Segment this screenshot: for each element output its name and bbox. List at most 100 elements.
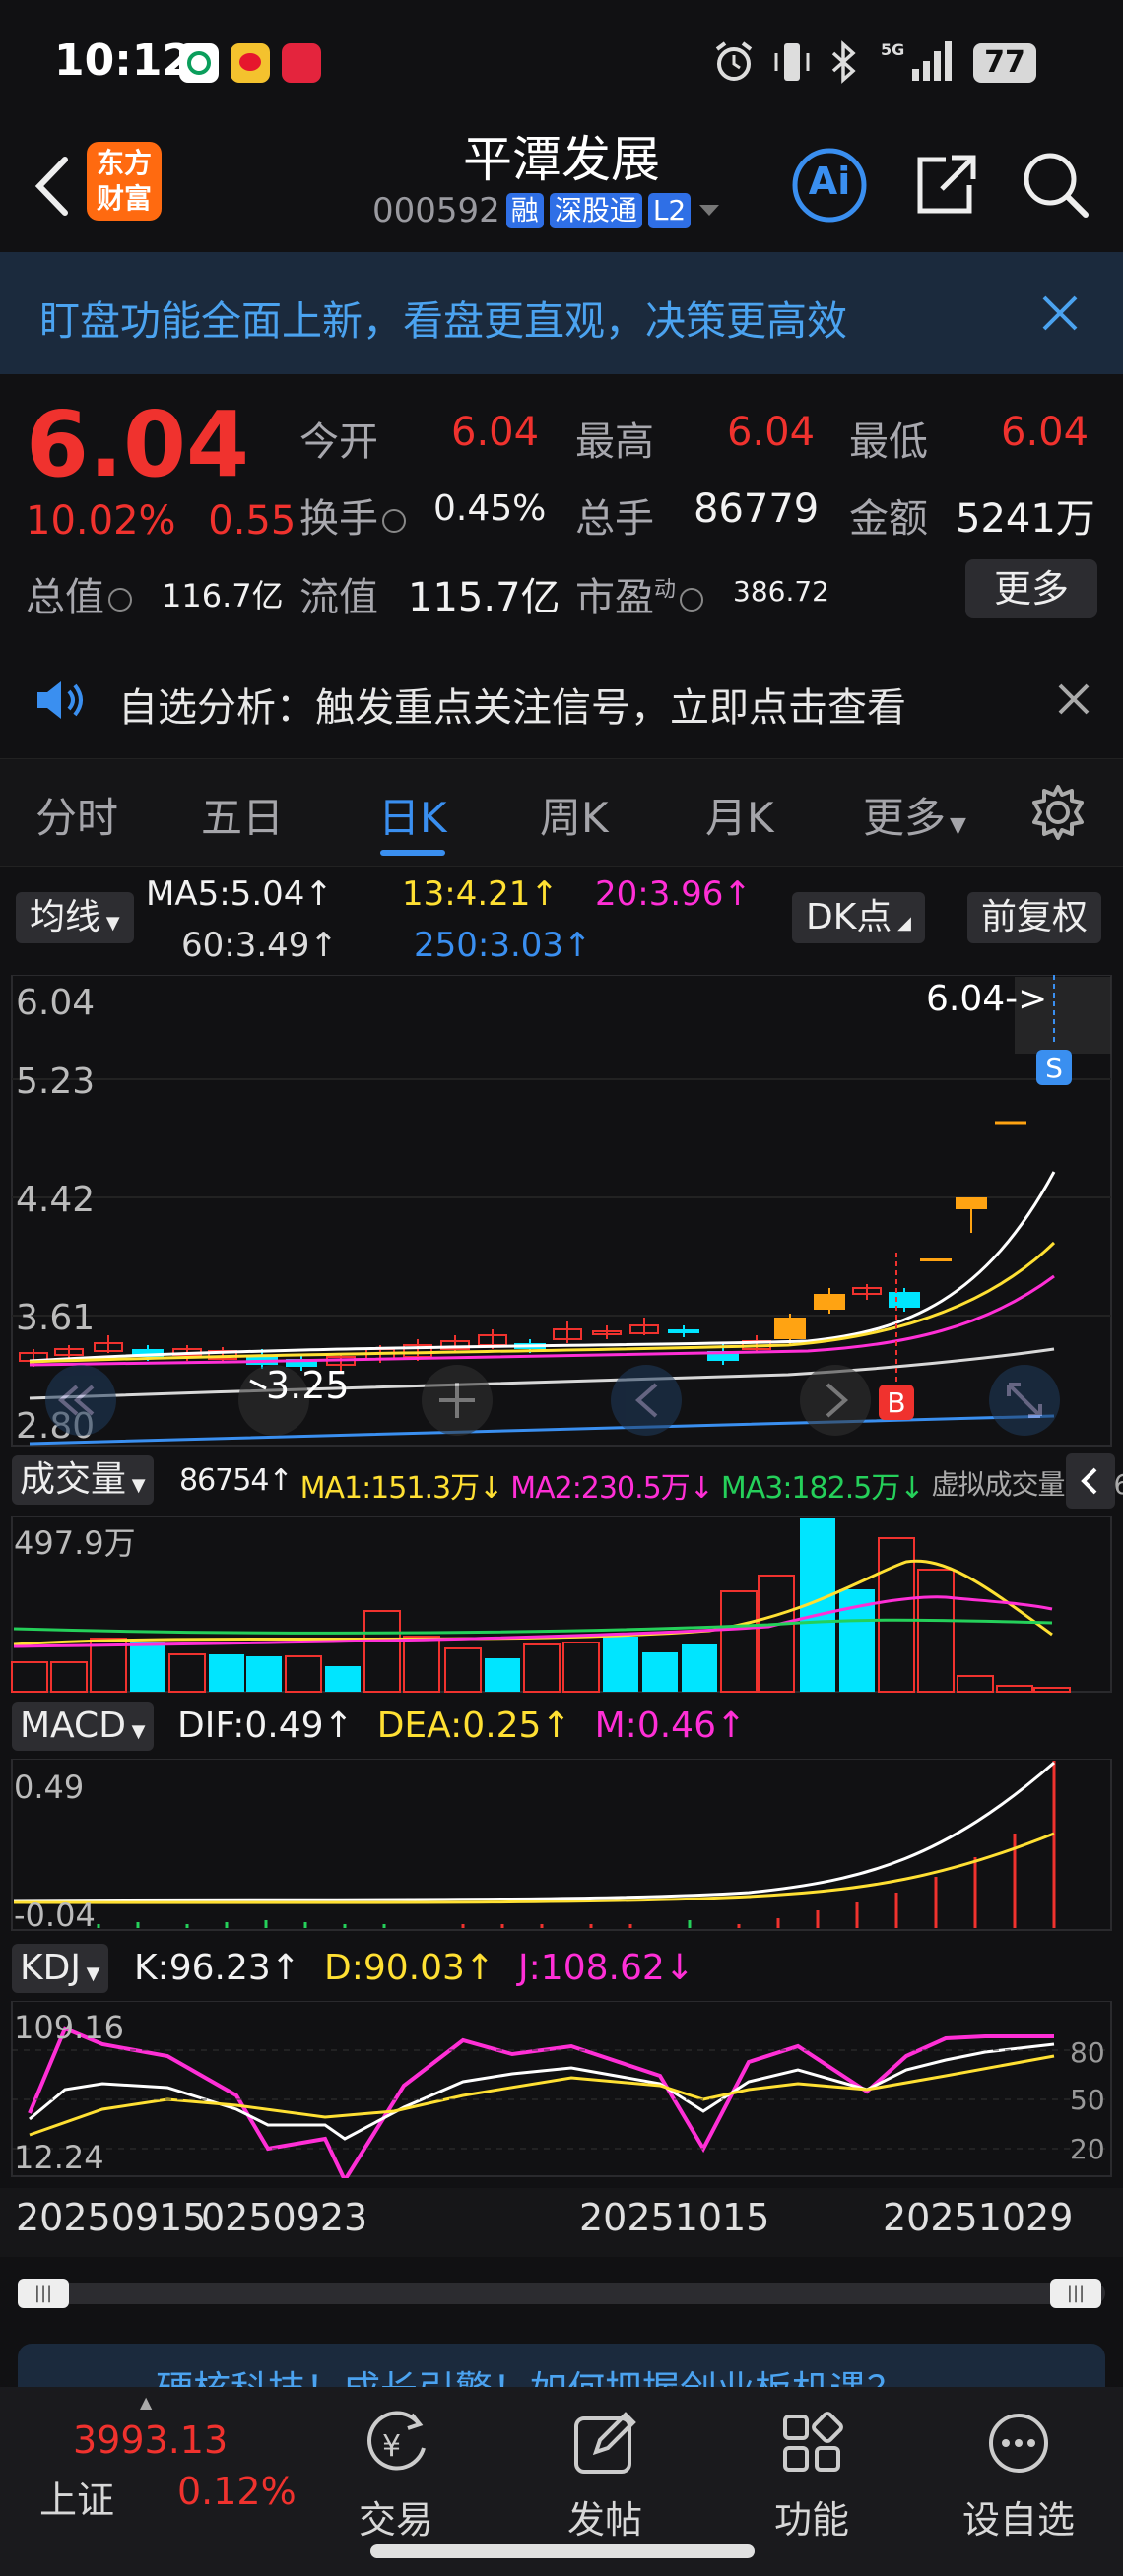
volume-bar [523,1643,561,1693]
tab-weekly-k[interactable]: 周K [540,785,609,845]
ma250-line [29,1414,1055,1446]
date-axis: 20250915 0250923 20251015 20251029 [0,2188,1123,2257]
ma5-value: MA5:5.04↑ [146,874,333,914]
info-icon[interactable] [108,588,132,612]
volume-bar [996,1685,1033,1693]
candle-body [956,1197,987,1209]
open-value: 6.04 [451,410,540,455]
amount-value: 5241万 [956,496,1095,542]
prev-button[interactable] [611,1365,682,1436]
share-icon[interactable] [906,146,985,225]
nav-trade[interactable]: ¥ 交易 [317,2409,475,2544]
ma13-value: 13:4.21↑ [402,874,559,914]
kdj-d-line [29,2054,1055,2137]
grid-icon [783,2412,843,2472]
stock-code-row[interactable]: 000592 融 深股通 L2 [372,191,722,230]
volume-ma3-line [13,1618,1053,1635]
home-indicator[interactable] [370,2544,755,2558]
nav-functions[interactable]: 功能 [733,2409,891,2544]
kdj-axis-top: 109.16 [14,2009,124,2046]
tab-intraday[interactable]: 分时 [35,785,118,845]
volume-label: 总手 [575,496,654,542]
caret-down-icon: ◢ [892,913,911,934]
tab-more[interactable]: 更多 ▼ [863,785,966,845]
signal-5g-icon: 5G [881,40,952,81]
macd-selector[interactable]: MACD ▼ [12,1702,154,1751]
app-notification-icon [179,43,219,83]
buy-marker-label: B [887,1386,905,1419]
close-icon[interactable] [1038,291,1082,335]
rewind-button[interactable] [45,1365,116,1436]
close-icon[interactable] [1056,681,1091,717]
status-time: 10:12 [54,35,193,86]
kdj-selector[interactable]: KDJ ▼ [12,1944,108,1993]
info-icon[interactable] [382,509,406,533]
macd-chart: 0.49 -0.04 [11,1759,1112,1932]
alarm-icon [715,41,753,81]
battery-indicator: 77 [973,43,1036,83]
ai-label: Ai [808,160,851,203]
edit-icon [574,2412,636,2474]
range-handle-left[interactable]: ||| [18,2279,69,2308]
gear-icon[interactable] [1026,781,1090,844]
volume-bar [603,1637,638,1692]
price-axis-label: 5.23 [16,1062,95,1102]
volume-bar [444,1647,482,1693]
nav-trade-label: 交易 [358,2498,433,2542]
feature-banner[interactable]: 盯盘功能全面上新，看盘更直观，决策更高效 [0,252,1123,374]
nav-add-watchlist[interactable]: 设自选 [940,2409,1097,2544]
kdj-selector-label: KDJ [20,1948,81,1988]
info-icon[interactable] [680,588,704,612]
volume-bar [130,1642,165,1692]
macd-axis-bottom: -0.04 [14,1897,96,1932]
weibo-icon [231,43,270,83]
bluetooth-icon [831,40,856,84]
range-slider-track[interactable] [18,2283,1105,2304]
date-label: 20251015 [579,2196,770,2239]
stock-code: 000592 [372,191,500,230]
nav-post[interactable]: 发帖 [526,2409,684,2544]
more-button[interactable]: 更多 [965,559,1097,618]
next-button[interactable] [800,1365,871,1436]
volume-selector[interactable]: 成交量 ▼ [12,1455,154,1505]
pe-value: 386.72 [733,575,829,608]
volume-bar [209,1654,244,1692]
volume-bar [642,1652,678,1692]
tab-more-label: 更多 [863,794,947,842]
collapse-button[interactable] [1066,1453,1115,1509]
tab-daily-k[interactable]: 日K [378,785,447,845]
open-label: 今开 [299,419,378,465]
volume-bar [758,1575,795,1693]
ma250-value: 250:3.03↑ [414,926,592,965]
ma-selector[interactable]: 均线 ▼ [16,892,134,943]
caret-down-icon: ▼ [950,813,966,838]
caret-down-icon: ▼ [125,1721,146,1742]
index-quote[interactable]: ▲ 3993.13 上证 0.12% [24,2393,319,2522]
kdj-legend: K:96.23↑ D:90.03↑ J:108.62↓ [134,1948,694,1988]
volume-frame [11,1516,1112,1693]
status-bar: 10:12 5G 77 [0,0,1123,128]
kline-chart[interactable]: 6.04 5.23 4.42 3.61 2.80 6.04-> S B 3.25 [0,975,1123,1448]
svg-text:¥: ¥ [382,2429,401,2464]
tab-five-day[interactable]: 五日 [201,785,284,845]
macd-dif: DIF:0.49↑ [177,1706,354,1746]
nav-post-label: 发帖 [566,2498,642,2542]
ai-button[interactable]: Ai [790,146,869,225]
kdj-axis-bottom: 12.24 [14,2139,104,2176]
kdj-frame [11,2001,1112,2177]
kdj-chart: 109.16 12.24 80 50 20 [11,2001,1112,2178]
adjust-selector[interactable]: 前复权 [967,892,1102,943]
volume-bar [957,1675,994,1693]
banner-text: 盯盘功能全面上新，看盘更直观，决策更高效 [39,297,847,345]
range-handle-right[interactable]: ||| [1050,2279,1101,2308]
tab-monthly-k[interactable]: 月K [705,785,774,845]
pe-label: 市盈动 [575,565,704,622]
signal-notice[interactable]: 自选分析：触发重点关注信号，立即点击查看 [0,640,1123,758]
search-icon[interactable] [1017,146,1095,225]
volume-ma2: MA2:230.5万↓ [510,1471,714,1506]
price-axis-label: 6.04 [16,983,95,1023]
current-price: 6.04 [26,392,249,497]
last-price-tag: 6.04-> [926,979,1047,1019]
dk-point-selector[interactable]: DK点 ◢ [792,892,925,943]
volume-value: 86754↑ [179,1463,294,1498]
